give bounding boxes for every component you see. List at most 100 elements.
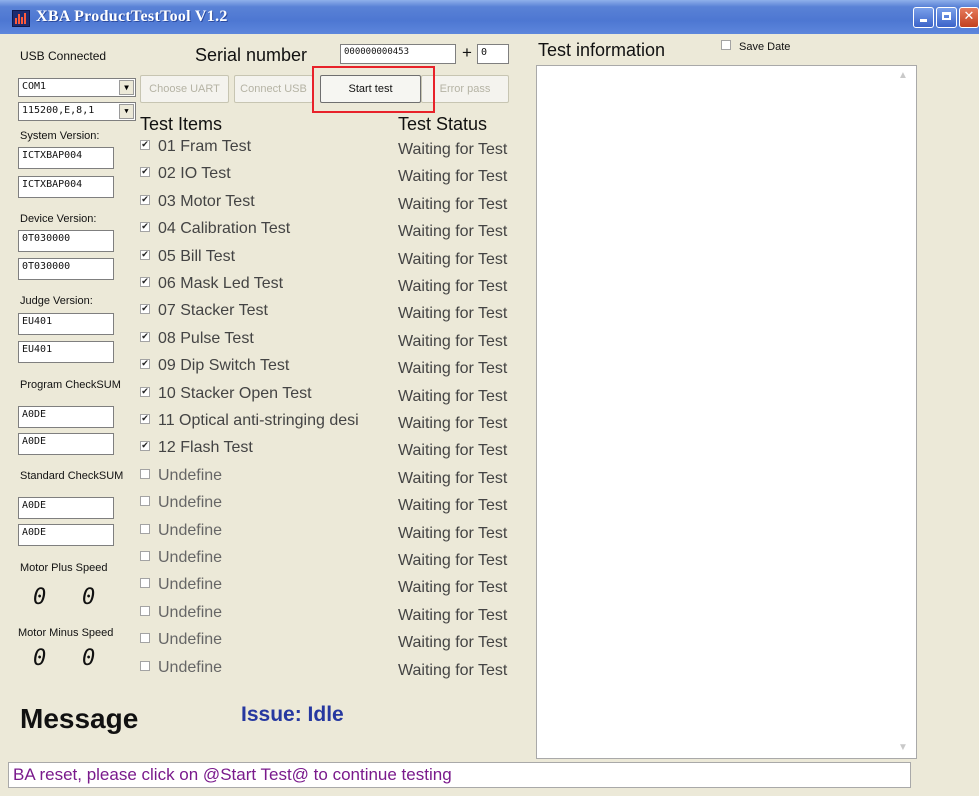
test-item-row[interactable]: ✔ 05 Bill Test	[140, 248, 235, 270]
com-port-select[interactable]: COM1 ▼	[18, 78, 136, 97]
test-item-checkbox[interactable]	[140, 495, 150, 506]
check-mark-icon: ✔	[141, 194, 149, 205]
save-date-checkbox[interactable]	[721, 40, 731, 51]
test-item-checkbox[interactable]: ✔	[140, 331, 150, 342]
test-items-header: Test Items	[140, 114, 223, 134]
scroll-up-icon[interactable]: ▲	[898, 70, 908, 81]
system-version-field-1[interactable]: ICTXBAP004	[18, 147, 114, 169]
test-item-name: 06 Mask Led Test	[158, 275, 284, 292]
title-bar[interactable]: XBA ProductTestTool V1.2 ✕	[0, 0, 979, 34]
test-item-row[interactable]: ✔ 11 Optical anti-stringing desi	[140, 412, 359, 434]
test-item-name: 04 Calibration Test	[158, 220, 291, 237]
standard-checksum-field-2[interactable]: A0DE	[18, 524, 114, 546]
test-item-status: Waiting for Test	[398, 607, 508, 624]
test-item-name: 12 Flash Test	[158, 439, 253, 456]
check-mark-icon: ✔	[141, 276, 149, 287]
test-item-status: Waiting for Test	[398, 662, 508, 679]
connect-usb-button[interactable]: Connect USB	[234, 75, 313, 103]
minimize-icon	[920, 19, 927, 22]
test-item-checkbox[interactable]: ✔	[140, 276, 150, 287]
test-item-checkbox[interactable]: ✔	[140, 139, 150, 150]
system-version-field-2[interactable]: ICTXBAP004	[18, 176, 114, 198]
test-item-status: Waiting for Test	[398, 278, 508, 295]
save-date-label: Save Date	[739, 41, 791, 53]
test-item-row[interactable]: Undefine	[140, 576, 222, 598]
program-checksum-label: Program CheckSUM	[20, 379, 121, 391]
window-title: XBA ProductTestTool V1.2	[36, 8, 228, 25]
test-item-checkbox[interactable]	[140, 660, 150, 671]
test-item-checkbox[interactable]: ✔	[140, 166, 150, 177]
motor-minus-speed-label: Motor Minus Speed	[18, 627, 114, 639]
test-status-header: Test Status	[398, 114, 488, 134]
device-version-field-2[interactable]: 0T030000	[18, 258, 114, 280]
check-mark-icon: ✔	[141, 221, 149, 232]
check-mark-icon: ✔	[141, 413, 149, 424]
test-item-checkbox[interactable]: ✔	[140, 221, 150, 232]
check-mark-icon: ✔	[141, 303, 149, 314]
test-item-row[interactable]: Undefine	[140, 631, 222, 653]
close-button[interactable]: ✕	[959, 7, 979, 28]
test-item-row[interactable]: ✔ 02 IO Test	[140, 165, 231, 187]
check-mark-icon: ✔	[141, 386, 149, 397]
test-item-row[interactable]: Undefine	[140, 494, 222, 516]
judge-version-field-2[interactable]: EU401	[18, 341, 114, 363]
test-item-checkbox[interactable]	[140, 523, 150, 534]
test-item-status: Waiting for Test	[398, 388, 508, 405]
scroll-down-icon[interactable]: ▼	[898, 742, 908, 753]
uart-settings-select[interactable]: 115200,E,8,1 ▼	[18, 102, 136, 121]
test-item-status: Waiting for Test	[398, 141, 508, 158]
standard-checksum-field-1[interactable]: A0DE	[18, 497, 114, 519]
test-item-name: Undefine	[158, 549, 223, 566]
test-item-checkbox[interactable]	[140, 468, 150, 479]
test-item-row[interactable]: ✔ 03 Motor Test	[140, 193, 255, 215]
test-item-checkbox[interactable]: ✔	[140, 249, 150, 260]
test-item-name: Undefine	[158, 576, 223, 593]
test-item-checkbox[interactable]	[140, 632, 150, 643]
test-item-checkbox[interactable]: ✔	[140, 358, 150, 369]
test-item-row[interactable]: ✔ 09 Dip Switch Test	[140, 357, 289, 379]
test-item-status: Waiting for Test	[398, 415, 508, 432]
choose-uart-button[interactable]: Choose UART	[140, 75, 229, 103]
chevron-down-icon[interactable]: ▼	[119, 80, 134, 95]
test-item-row[interactable]: Undefine	[140, 522, 222, 544]
test-item-checkbox[interactable]: ✔	[140, 303, 150, 314]
test-item-row[interactable]: Undefine	[140, 467, 222, 489]
program-checksum-field-1[interactable]: A0DE	[18, 406, 114, 428]
serial-increment-field[interactable]: 0	[477, 44, 509, 64]
test-information-area[interactable]	[536, 65, 917, 759]
test-item-row[interactable]: ✔ 07 Stacker Test	[140, 302, 268, 324]
device-version-field-1[interactable]: 0T030000	[18, 230, 114, 252]
test-item-name: Undefine	[158, 494, 223, 511]
test-item-status: Waiting for Test	[398, 333, 508, 350]
maximize-button[interactable]	[936, 7, 957, 28]
test-item-row[interactable]: ✔ 04 Calibration Test	[140, 220, 290, 242]
minimize-button[interactable]	[913, 7, 934, 28]
judge-version-field-1[interactable]: EU401	[18, 313, 114, 335]
test-item-row[interactable]: Undefine	[140, 549, 222, 571]
test-item-row[interactable]: ✔ 06 Mask Led Test	[140, 275, 283, 297]
test-item-row[interactable]: Undefine	[140, 659, 222, 681]
test-item-row[interactable]: ✔ 08 Pulse Test	[140, 330, 254, 352]
test-item-status: Waiting for Test	[398, 251, 508, 268]
chevron-down-icon[interactable]: ▼	[119, 104, 134, 119]
test-item-checkbox[interactable]: ✔	[140, 386, 150, 397]
program-checksum-field-2[interactable]: A0DE	[18, 433, 114, 455]
motor-plus-speed-1: 0	[33, 585, 47, 610]
test-item-name: Undefine	[158, 522, 223, 539]
test-item-checkbox[interactable]	[140, 577, 150, 588]
save-date-option[interactable]: Save Date	[721, 40, 791, 53]
serial-number-field[interactable]: 000000000453	[340, 44, 456, 64]
test-item-checkbox[interactable]: ✔	[140, 440, 150, 451]
test-item-checkbox[interactable]	[140, 605, 150, 616]
test-item-row[interactable]: Undefine	[140, 604, 222, 626]
serial-number-label: Serial number	[195, 45, 308, 65]
test-item-checkbox[interactable]	[140, 550, 150, 561]
test-item-row[interactable]: ✔ 12 Flash Test	[140, 439, 253, 461]
test-item-row[interactable]: ✔ 10 Stacker Open Test	[140, 385, 312, 407]
test-item-row[interactable]: ✔ 01 Fram Test	[140, 138, 251, 160]
test-item-checkbox[interactable]: ✔	[140, 413, 150, 424]
test-item-name: 02 IO Test	[158, 165, 231, 182]
test-item-checkbox[interactable]: ✔	[140, 194, 150, 205]
app-window: XBA ProductTestTool V1.2 ✕ USB Connected…	[0, 0, 979, 796]
check-mark-icon: ✔	[141, 139, 149, 150]
